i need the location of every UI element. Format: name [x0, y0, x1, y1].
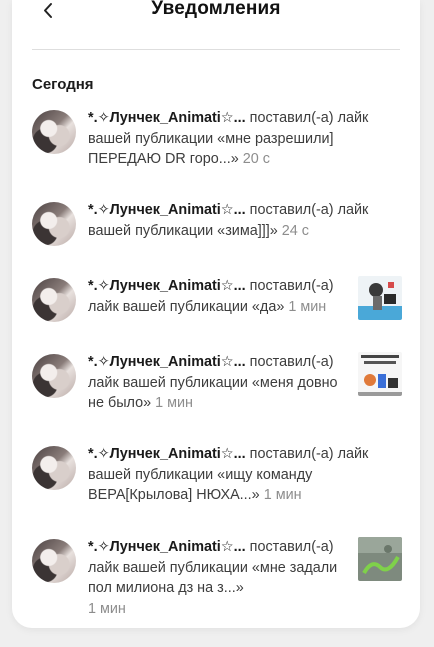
notification-time: 20 с [242, 151, 270, 167]
notification-username[interactable]: *.✧Лунчек_Animati☆... [88, 202, 246, 218]
notification-item[interactable]: *.✧Лунчек_Animati☆... поставил(-а) лайк … [32, 352, 402, 414]
avatar[interactable] [32, 539, 76, 583]
notification-text: *.✧Лунчек_Animati☆... поставил(-а) лайк … [88, 200, 402, 246]
avatar[interactable] [32, 354, 76, 398]
page-title: Уведомления [151, 0, 281, 19]
notification-username[interactable]: *.✧Лунчек_Animati☆... [88, 354, 246, 370]
avatar[interactable] [32, 278, 76, 322]
notification-username[interactable]: *.✧Лунчек_Animati☆... [88, 446, 246, 462]
post-thumbnail[interactable] [358, 352, 402, 396]
notifications-panel: Уведомления Сегодня *.✧Лунчек_Animati☆..… [12, 0, 420, 628]
post-thumbnail-image [358, 352, 402, 396]
notification-item[interactable]: *.✧Лунчек_Animati☆... поставил(-а) лайк … [32, 200, 402, 246]
notification-username[interactable]: *.✧Лунчек_Animati☆... [88, 278, 246, 294]
notification-username[interactable]: *.✧Лунчек_Animati☆... [88, 539, 246, 555]
notification-time: 1 мин [288, 298, 327, 315]
avatar[interactable] [32, 446, 76, 490]
notification-time: 24 с [281, 222, 309, 239]
notification-item[interactable]: *.✧Лунчек_Animati☆... поставил(-а) лайк … [32, 537, 402, 619]
notification-time: 1 мин [263, 487, 302, 503]
notification-text: *.✧Лунчек_Animati☆... поставил(-а) лайк … [88, 276, 350, 322]
notification-item[interactable]: *.✧Лунчек_Animati☆... поставил(-а) лайк … [32, 444, 402, 506]
notification-text: *.✧Лунчек_Animati☆... поставил(-а) лайк … [88, 108, 402, 170]
notification-text: *.✧Лунчек_Animati☆... поставил(-а) лайк … [88, 537, 350, 619]
header-divider [32, 49, 400, 50]
section-title-today: Сегодня [32, 76, 94, 93]
post-thumbnail-image [358, 276, 402, 320]
notification-text: *.✧Лунчек_Animati☆... поставил(-а) лайк … [88, 444, 402, 506]
post-thumbnail-image [358, 537, 402, 581]
notification-time: 1 мин [155, 395, 193, 411]
avatar[interactable] [32, 202, 76, 246]
avatar[interactable] [32, 110, 76, 154]
notification-item[interactable]: *.✧Лунчек_Animati☆... поставил(-а) лайк … [32, 108, 402, 170]
notification-username[interactable]: *.✧Лунчек_Animati☆... [88, 110, 246, 126]
notification-time: 1 мин [88, 600, 126, 617]
notification-item[interactable]: *.✧Лунчек_Animati☆... поставил(-а) лайк … [32, 276, 402, 322]
notification-text: *.✧Лунчек_Animati☆... поставил(-а) лайк … [88, 352, 350, 414]
post-thumbnail[interactable] [358, 537, 402, 581]
post-thumbnail[interactable] [358, 276, 402, 320]
